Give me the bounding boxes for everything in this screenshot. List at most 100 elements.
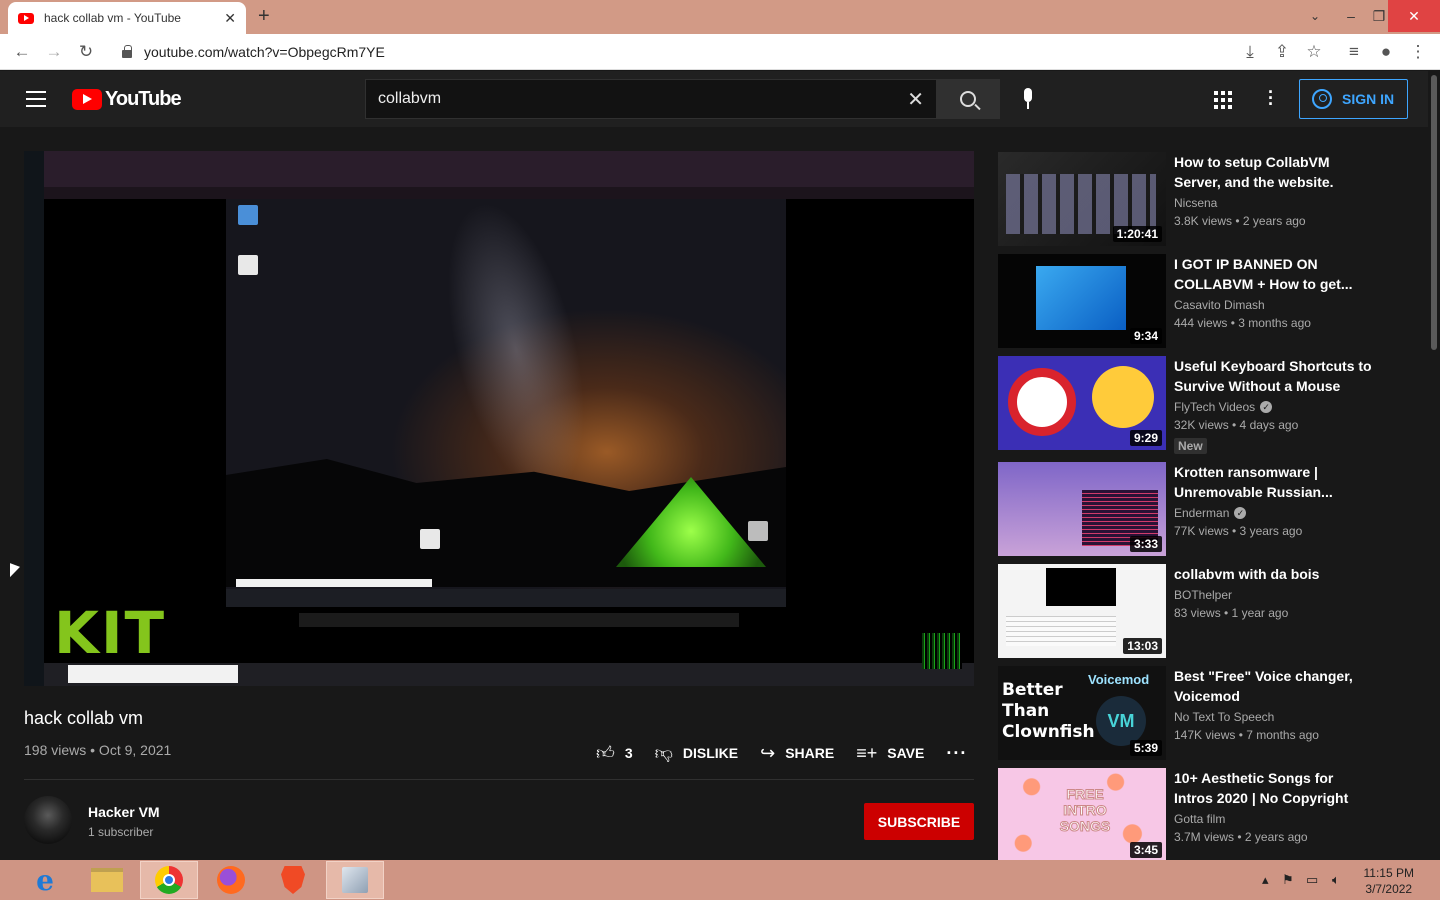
thumbs-up-icon: 👍︎: [596, 743, 615, 763]
video-thumbnail[interactable]: 9:34: [998, 254, 1166, 348]
forward-icon[interactable]: →: [42, 40, 66, 64]
scrollbar-thumb[interactable]: [1431, 75, 1437, 350]
video-thumbnail[interactable]: Better Than Clownfish Voicemod VM 5:39: [998, 666, 1166, 760]
share-page-icon[interactable]: ⇪: [1270, 40, 1294, 64]
no-mouse-icon: [1008, 368, 1076, 436]
page-scrollbar[interactable]: [1428, 71, 1440, 860]
rec-title[interactable]: Krotten ransomware | Unremovable Russian…: [1174, 462, 1374, 502]
youtube-logo[interactable]: YouTube: [72, 88, 182, 111]
brave-icon[interactable]: [264, 861, 322, 899]
show-hidden-icons[interactable]: ▴: [1262, 872, 1269, 888]
rec-channel[interactable]: BOThelper: [1174, 588, 1232, 602]
recommendation-item[interactable]: 1:20:41 How to setup CollabVM Server, an…: [998, 152, 1418, 246]
playlist-add-icon: ≡+: [856, 742, 878, 763]
divider: [24, 779, 974, 780]
rec-title[interactable]: I GOT IP BANNED ON COLLABVM + How to get…: [1174, 254, 1374, 294]
search-button[interactable]: [936, 79, 1000, 119]
rec-title[interactable]: How to setup CollabVM Server, and the we…: [1174, 152, 1374, 192]
reading-list-icon[interactable]: ≡: [1342, 40, 1366, 64]
new-tab-icon[interactable]: +: [258, 5, 270, 28]
desktop-file-icon: [238, 255, 258, 275]
recommendation-item[interactable]: 13:03 collabvm with da bois BOThelper 83…: [998, 564, 1418, 658]
bookmark-star-icon[interactable]: ☆: [1302, 40, 1326, 64]
recommendation-item[interactable]: Better Than Clownfish Voicemod VM 5:39 B…: [998, 666, 1418, 760]
profile-icon[interactable]: ●: [1374, 40, 1398, 64]
dislike-button[interactable]: 👎︎ DISLIKE: [655, 742, 739, 764]
duration-badge: 3:45: [1129, 842, 1162, 858]
subscribe-button[interactable]: SUBSCRIBE: [864, 803, 974, 840]
install-icon[interactable]: ⤓: [1238, 40, 1262, 64]
system-clock[interactable]: 11:15 PM 3/7/2022: [1364, 865, 1414, 897]
tab-close-icon[interactable]: ✕: [224, 10, 236, 27]
browser-tabstrip: hack collab vm - YouTube ✕ + ⌄ – ❐ ✕: [0, 0, 1440, 34]
logo-text: YouTube: [105, 88, 182, 110]
recommendation-item[interactable]: FREE INTRO SONGS 3:45 10+ Aesthetic Song…: [998, 768, 1418, 862]
video-thumbnail[interactable]: 1:20:41: [998, 152, 1166, 246]
duration-badge: 9:29: [1129, 430, 1162, 446]
recommendation-item[interactable]: 3:33 Krotten ransomware | Unremovable Ru…: [998, 462, 1418, 556]
rec-title[interactable]: Useful Keyboard Shortcuts to Survive Wit…: [1174, 356, 1374, 396]
windows-taskbar: e ▴ ⚑ ▭ 🔈︎ 11:15 PM 3/7/2022: [0, 860, 1440, 900]
recommendation-item[interactable]: 9:29 Useful Keyboard Shortcuts to Surviv…: [998, 356, 1418, 454]
network-icon[interactable]: ▭: [1306, 872, 1318, 888]
hamburger-menu-icon[interactable]: [26, 91, 46, 107]
rec-channel[interactable]: FlyTech Videos ✓: [1174, 400, 1273, 414]
rec-channel[interactable]: Casavito Dimash: [1174, 298, 1265, 312]
chrome-icon[interactable]: [140, 861, 198, 899]
duration-badge: 1:20:41: [1112, 226, 1162, 242]
save-button[interactable]: ≡+ SAVE: [856, 743, 924, 764]
rec-channel[interactable]: Gotta film: [1174, 812, 1225, 826]
reload-icon[interactable]: ↻: [74, 40, 98, 64]
rec-title[interactable]: Best "Free" Voice changer, Voicemod: [1174, 666, 1374, 706]
video-thumbnail[interactable]: 9:29: [998, 356, 1166, 450]
rec-channel[interactable]: Nicsena: [1174, 196, 1217, 210]
sign-in-label: SIGN IN: [1342, 91, 1395, 107]
close-window-icon[interactable]: ✕: [1388, 0, 1440, 32]
share-button[interactable]: ↪ SHARE: [760, 743, 834, 764]
apps-grid-icon[interactable]: [1214, 91, 1232, 109]
back-icon[interactable]: ←: [10, 40, 34, 64]
remote-app-icon[interactable]: [326, 861, 384, 899]
like-button[interactable]: 👍︎ 3: [596, 742, 633, 764]
url-text: youtube.com/watch?v=ObpegcRm7YE: [144, 44, 385, 60]
volume-icon[interactable]: 🔈︎: [1332, 872, 1340, 888]
vm-browser-chrome: [44, 151, 974, 187]
tab-search-icon[interactable]: ⌄: [1298, 0, 1332, 32]
vm-toolbar: [299, 613, 739, 627]
duration-badge: 9:34: [1129, 328, 1162, 344]
thumbs-down-icon: 👎︎: [654, 743, 673, 763]
sign-in-button[interactable]: SIGN IN: [1299, 79, 1408, 119]
address-bar[interactable]: youtube.com/watch?v=ObpegcRm7YE: [110, 37, 1342, 67]
video-thumbnail[interactable]: FREE INTRO SONGS 3:45: [998, 768, 1166, 862]
voicemod-logo-icon: VM: [1096, 696, 1146, 746]
firefox-icon[interactable]: [202, 861, 260, 899]
action-center-flag-icon[interactable]: ⚑: [1282, 872, 1294, 888]
video-player[interactable]: KIT: [24, 151, 974, 686]
milky-way: [421, 188, 611, 510]
tab-title: hack collab vm - YouTube: [44, 11, 181, 25]
rec-channel[interactable]: Enderman ✓: [1174, 506, 1247, 520]
video-actions: 👍︎ 3 👎︎ DISLIKE ↪ SHARE ≡+ SAVE ···: [596, 742, 989, 764]
rec-title[interactable]: 10+ Aesthetic Songs for Intros 2020 | No…: [1174, 768, 1374, 808]
clear-search-icon[interactable]: ✕: [907, 87, 924, 112]
rec-title[interactable]: collabvm with da bois: [1174, 564, 1374, 584]
vm-desktop-screen: [226, 188, 786, 607]
file-explorer-icon[interactable]: [78, 861, 136, 899]
search-input[interactable]: collabvm ✕: [365, 79, 937, 119]
microphone-icon[interactable]: [1018, 88, 1038, 110]
settings-more-icon[interactable]: · · ·: [1268, 83, 1274, 113]
video-thumbnail[interactable]: 13:03: [998, 564, 1166, 658]
browser-menu-icon[interactable]: ⋮: [1406, 40, 1430, 64]
channel-avatar[interactable]: [24, 796, 72, 844]
search-icon: [960, 91, 976, 107]
more-actions-icon[interactable]: ···: [946, 743, 967, 764]
video-thumbnail[interactable]: 3:33: [998, 462, 1166, 556]
recommendation-item[interactable]: 9:34 I GOT IP BANNED ON COLLABVM + How t…: [998, 254, 1418, 348]
video-meta: 198 views • Oct 9, 2021: [24, 742, 172, 758]
rec-stats: 83 views • 1 year ago: [1174, 606, 1289, 620]
channel-name[interactable]: Hacker VM: [88, 804, 160, 820]
browser-tab[interactable]: hack collab vm - YouTube ✕: [8, 2, 246, 34]
rec-channel[interactable]: No Text To Speech: [1174, 710, 1274, 724]
vm-taskbar: [226, 589, 786, 607]
internet-explorer-icon[interactable]: e: [16, 861, 74, 899]
